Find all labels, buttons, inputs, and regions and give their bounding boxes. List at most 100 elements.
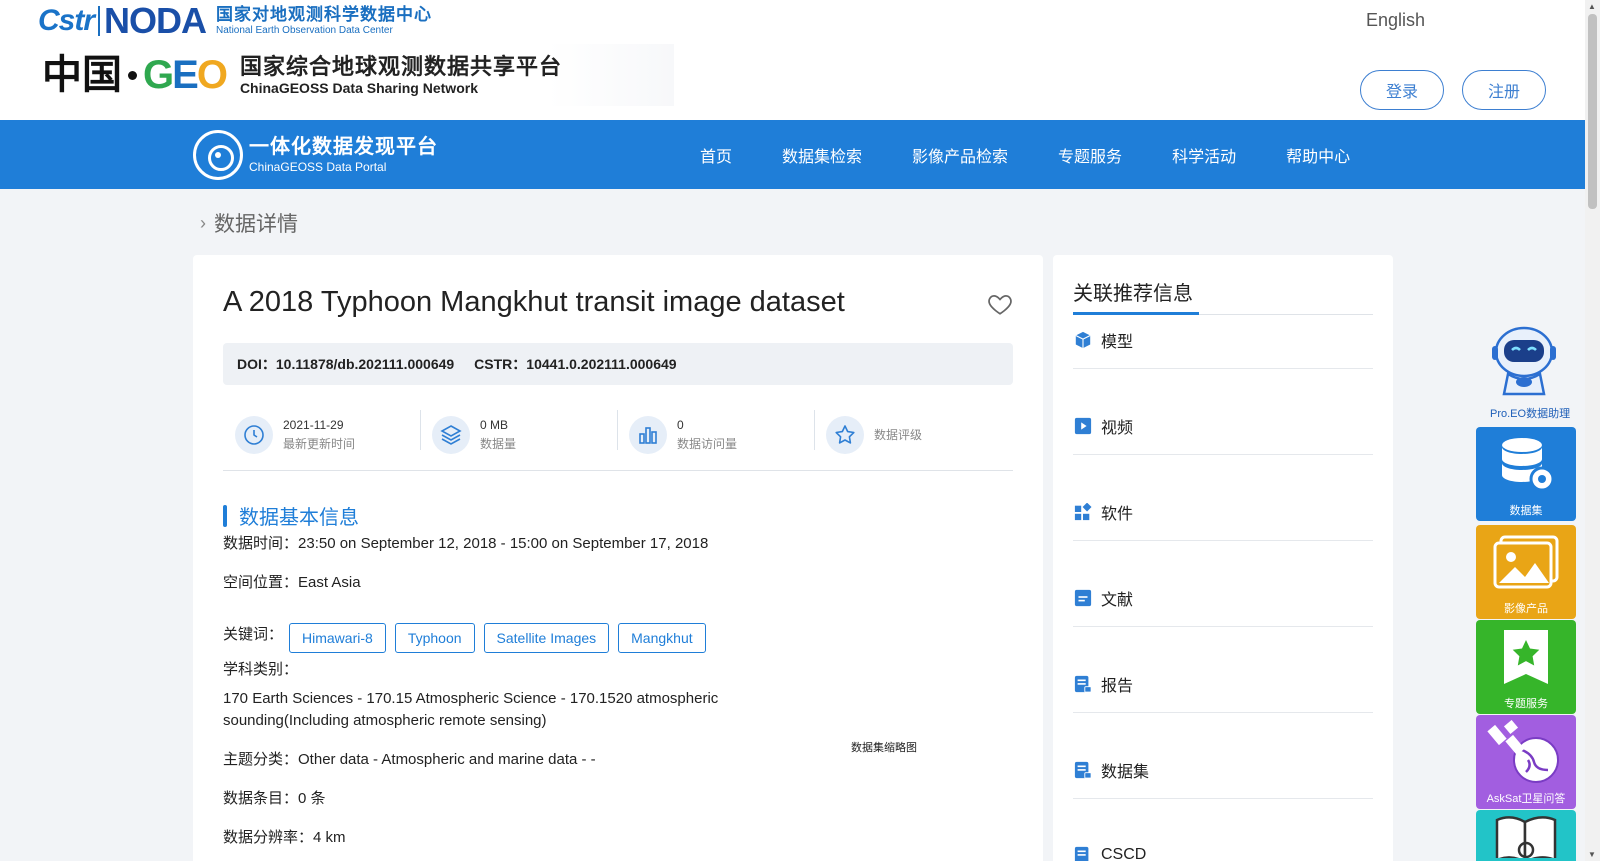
dataset-icon xyxy=(1073,760,1093,780)
robot-assistant-icon[interactable] xyxy=(1484,322,1564,402)
resolution-value: 4 km xyxy=(313,829,346,846)
scroll-down-arrow-icon[interactable]: ▼ xyxy=(1588,850,1596,859)
cstr-logo: Cstr xyxy=(38,4,95,37)
assistant-label[interactable]: Pro.EO数据助理 xyxy=(1490,405,1570,421)
keywords-label: 关键词： xyxy=(223,626,284,643)
theme-value: Other data - Atmospheric and marine data… xyxy=(298,751,596,768)
info-data-time: 数据时间：23:50 on September 12, 2018 - 15:00… xyxy=(223,535,709,552)
breadcrumb: › 数据详情 xyxy=(200,208,298,238)
section-title: 数据基本信息 xyxy=(239,507,359,529)
title-underline xyxy=(1073,312,1199,315)
star-icon xyxy=(826,416,864,454)
stat-label: 数据访问量 xyxy=(677,437,738,451)
tool-button-dataset[interactable]: 数据集 xyxy=(1476,427,1576,521)
journal-icon xyxy=(1073,845,1093,861)
divider xyxy=(1073,712,1373,713)
noda-text: 国家对地观测科学数据中心 National Earth Observation … xyxy=(216,5,432,37)
cube-icon xyxy=(1073,330,1093,350)
thumbnail-caption: 数据集缩略图 xyxy=(851,742,917,754)
stat-label: 最新更新时间 xyxy=(283,437,356,451)
divider xyxy=(223,470,1013,471)
nav-item-home[interactable]: 首页 xyxy=(700,143,732,167)
portal-compass-icon xyxy=(193,130,243,180)
chinageoss-logo-group[interactable]: 中国 GEO 国家综合地球观测数据共享平台 ChinaGEOSS Data Sh… xyxy=(42,44,674,106)
clock-icon xyxy=(235,416,273,454)
stat-volume: 0 MB 数据量 xyxy=(420,400,617,470)
geoss-text: 国家综合地球观测数据共享平台 ChinaGEOSS Data Sharing N… xyxy=(240,54,562,96)
report-icon xyxy=(1073,674,1093,694)
keywords-row: 关键词： Himawari-8 Typhoon Satellite Images… xyxy=(223,623,715,653)
tool-button-label: 专题服务 xyxy=(1504,698,1548,710)
spatial-location-value: East Asia xyxy=(298,574,361,591)
side-item-label: 报告 xyxy=(1101,678,1134,695)
stat-value: 0 MB xyxy=(480,418,509,432)
top-header: Cstr NODA 国家对地观测科学数据中心 National Earth Ob… xyxy=(0,0,1585,120)
portal-en-name: ChinaGEOSS Data Portal xyxy=(249,160,387,174)
nav-item-topic-services[interactable]: 专题服务 xyxy=(1058,143,1122,167)
side-item-video[interactable]: 视频 xyxy=(1073,411,1373,441)
dataset-title: A 2018 Typhoon Mangkhut transit image da… xyxy=(223,286,845,318)
cstr-label: CSTR： xyxy=(474,356,527,372)
nav-item-science-activities[interactable]: 科学活动 xyxy=(1172,143,1236,167)
logo-separator xyxy=(98,6,101,36)
doi-value[interactable]: 10.11878/db.202111.000649 xyxy=(276,356,454,372)
scroll-up-arrow-icon[interactable]: ▲ xyxy=(1588,2,1596,11)
side-item-model[interactable]: 模型 xyxy=(1073,325,1373,355)
tool-button-book[interactable] xyxy=(1476,810,1576,861)
image-icon xyxy=(1491,525,1561,600)
stat-label: 数据量 xyxy=(480,437,517,451)
language-switch-link[interactable]: English xyxy=(1366,10,1425,31)
dataset-stats: 2021-11-29 最新更新时间 0 MB 数据量 0 数据访问量 数据评级 xyxy=(223,400,1013,470)
tool-button-topic-services[interactable]: 专题服务 xyxy=(1476,620,1576,714)
nav-item-dataset-search[interactable]: 数据集检索 xyxy=(782,143,862,167)
side-item-label: 数据集 xyxy=(1101,764,1150,781)
page-scrollbar[interactable]: ▲ ▼ xyxy=(1585,0,1600,861)
keyword-tag[interactable]: Typhoon xyxy=(394,623,475,653)
keyword-tag[interactable]: Himawari-8 xyxy=(289,623,386,653)
noda-logo-group[interactable]: Cstr NODA 国家对地观测科学数据中心 National Earth Ob… xyxy=(38,2,432,40)
video-icon xyxy=(1073,416,1093,436)
section-accent-bar xyxy=(223,504,227,527)
divider xyxy=(1073,540,1373,541)
database-gear-icon xyxy=(1494,427,1558,502)
register-button[interactable]: 注册 xyxy=(1462,70,1546,110)
geoss-cn-name: 国家综合地球观测数据共享平台 xyxy=(239,54,562,79)
bar-chart-icon xyxy=(629,416,667,454)
divider xyxy=(1073,798,1373,799)
side-item-label: 软件 xyxy=(1101,506,1134,523)
keyword-tag[interactable]: Mangkhut xyxy=(618,623,706,653)
portal-logo[interactable]: 一体化数据发现平台 ChinaGEOSS Data Portal xyxy=(193,130,438,180)
cstr-value[interactable]: 10441.0.202111.000649 xyxy=(526,356,676,372)
info-spatial-location: 空间位置：East Asia xyxy=(223,574,361,591)
noda-logo: NODA xyxy=(104,0,207,41)
stat-visits: 0 数据访问量 xyxy=(617,400,814,470)
side-item-report[interactable]: 报告 xyxy=(1073,669,1373,699)
tool-button-asksat[interactable]: AskSat卫星问答 xyxy=(1476,715,1576,809)
scroll-thumb[interactable] xyxy=(1588,14,1597,209)
side-item-cscd[interactable]: CSCD xyxy=(1073,840,1373,861)
bookmark-star-icon xyxy=(1496,620,1556,695)
nav-menu: 首页 数据集检索 影像产品检索 专题服务 科学活动 帮助中心 xyxy=(700,120,1400,189)
stat-label: 数据评级 xyxy=(874,428,923,442)
info-discipline-line2: sounding(Including atmospheric remote se… xyxy=(223,712,547,729)
geoss-en-name: ChinaGEOSS Data Sharing Network xyxy=(239,80,478,96)
divider xyxy=(1073,626,1373,627)
side-item-literature[interactable]: 文献 xyxy=(1073,583,1373,613)
keyword-tag[interactable]: Satellite Images xyxy=(483,623,610,653)
tool-button-image-products[interactable]: 影像产品 xyxy=(1476,525,1576,619)
nav-item-image-search[interactable]: 影像产品检索 xyxy=(912,143,1008,167)
geo-logo: GEO xyxy=(143,53,228,97)
nav-item-help-center[interactable]: 帮助中心 xyxy=(1286,143,1350,167)
heart-icon[interactable] xyxy=(987,291,1013,317)
side-item-software[interactable]: 软件 xyxy=(1073,497,1373,527)
chevron-right-icon: › xyxy=(200,212,206,233)
login-button[interactable]: 登录 xyxy=(1360,70,1444,110)
stat-value: 2021-11-29 xyxy=(283,418,344,432)
side-panel-title: 关联推荐信息 xyxy=(1073,283,1193,305)
side-item-dataset[interactable]: 数据集 xyxy=(1073,755,1373,785)
doi-label: DOI： xyxy=(237,356,276,372)
breadcrumb-current: 数据详情 xyxy=(214,213,298,236)
side-item-label: 视频 xyxy=(1101,420,1134,437)
satellite-globe-icon xyxy=(1486,715,1566,790)
info-discipline-label: 学科类别： xyxy=(223,661,299,678)
